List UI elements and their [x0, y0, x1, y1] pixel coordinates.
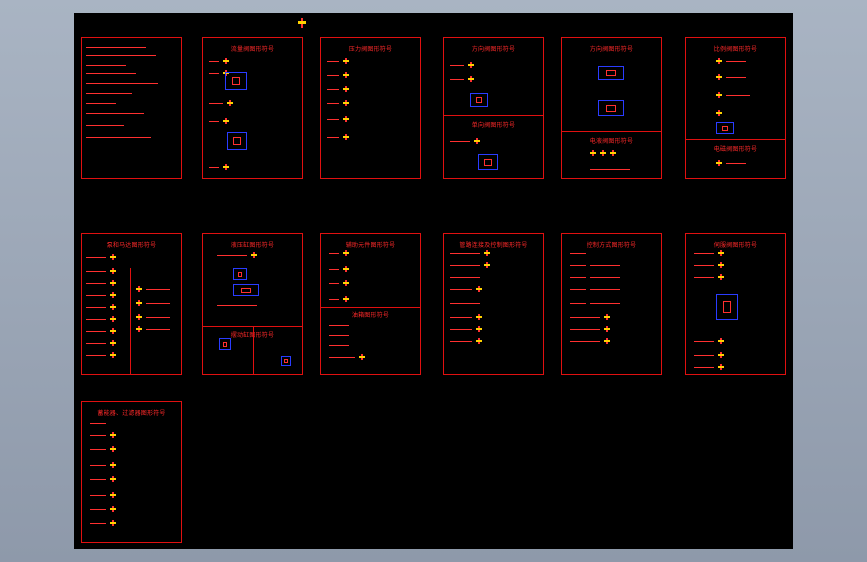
valve-symbol [478, 154, 498, 170]
ucs-icon [298, 18, 306, 28]
drawing-canvas[interactable]: 流量阀图形符号 压力阀图形符号 方向阀图形符号 单向阀图形符号 方向阀图形符号 … [74, 13, 793, 549]
valve-symbol [716, 122, 734, 134]
sheet-servo-valves[interactable]: 伺服阀图形符号 [685, 233, 786, 375]
cylinder-symbol [233, 268, 247, 280]
sheet-title: 比例阀图形符号 [713, 46, 758, 53]
valve-symbol [716, 294, 738, 320]
sheet-hydraulic-cylinders[interactable]: 液压缸图形符号 摆动缸图形符号 [202, 233, 303, 375]
sheet-title: 伺服阀图形符号 [713, 242, 758, 249]
sheet-proportional-valves[interactable]: 比例阀图形符号 电磁阀图形符号 [685, 37, 786, 179]
sheet-title: 管路连接及控制图形符号 [459, 242, 528, 249]
valve-symbol [598, 66, 624, 80]
sheet-title: 蓄能器、过滤器图形符号 [97, 410, 166, 417]
sub-title: 油箱图形符号 [351, 312, 390, 319]
valve-symbol [225, 72, 247, 90]
sheet-notes[interactable] [81, 37, 182, 179]
sheet-auxiliary[interactable]: 辅助元件图形符号 油箱图形符号 [320, 233, 421, 375]
sheet-pressure-valves[interactable]: 压力阀图形符号 [320, 37, 421, 179]
sub-title: 单向阀图形符号 [471, 122, 516, 129]
sheet-title: 液压缸图形符号 [230, 242, 275, 249]
sheet-title: 控制方式图形符号 [586, 242, 637, 249]
sheet-directional-valves-2[interactable]: 方向阀图形符号 电液阀图形符号 [561, 37, 662, 179]
sub-title: 电磁阀图形符号 [713, 146, 758, 153]
sheet-title: 辅助元件图形符号 [345, 242, 396, 249]
sheet-title: 泵和马达图形符号 [106, 242, 157, 249]
sub-title: 电液阀图形符号 [589, 138, 634, 145]
cylinder-symbol [219, 338, 231, 350]
sheet-pipe-connections[interactable]: 管路连接及控制图形符号 [443, 233, 544, 375]
sheet-directional-valves[interactable]: 方向阀图形符号 单向阀图形符号 [443, 37, 544, 179]
valve-symbol [470, 93, 488, 107]
sheet-control-methods[interactable]: 控制方式图形符号 [561, 233, 662, 375]
sheet-flow-valves[interactable]: 流量阀图形符号 [202, 37, 303, 179]
cylinder-symbol [233, 284, 259, 296]
sheet-title: 压力阀图形符号 [348, 46, 393, 53]
sheet-pumps-motors[interactable]: 泵和马达图形符号 [81, 233, 182, 375]
cylinder-symbol [281, 356, 291, 366]
valve-symbol [598, 100, 624, 116]
sheet-accumulators-filters[interactable]: 蓄能器、过滤器图形符号 [81, 401, 182, 543]
sheet-title: 流量阀图形符号 [230, 46, 275, 53]
sheet-title: 方向阀图形符号 [589, 46, 634, 53]
valve-symbol [227, 132, 247, 150]
sheet-title: 方向阀图形符号 [471, 46, 516, 53]
